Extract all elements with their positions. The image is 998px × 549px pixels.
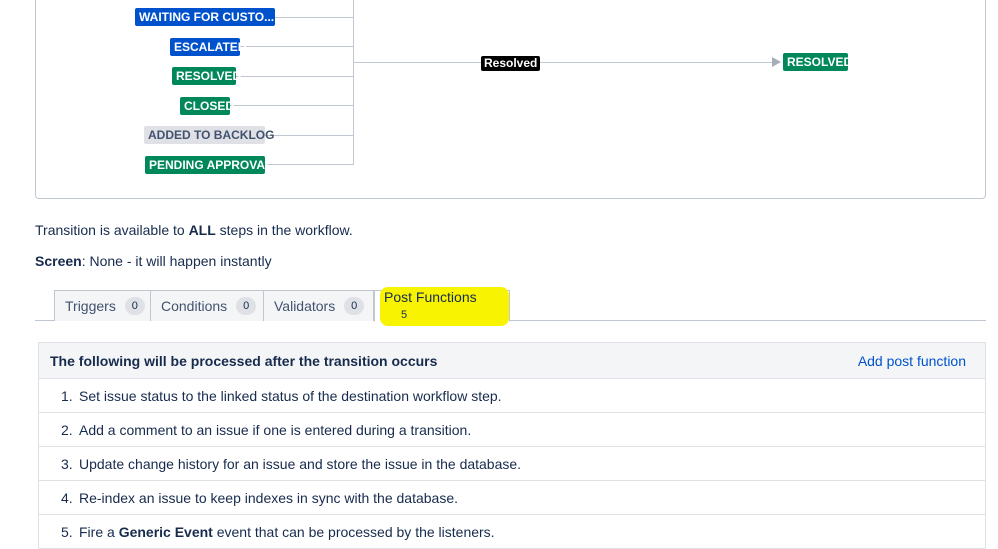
tab-label: Conditions — [161, 298, 228, 314]
row-number: 2. — [61, 421, 73, 438]
transition-availability-text: Transition is available to ALL steps in … — [35, 222, 353, 238]
post-function-row: 5. Fire a Generic Event event that can b… — [38, 515, 986, 549]
row-text-pre: Fire a — [79, 523, 119, 540]
add-post-function-link[interactable]: Add post function — [858, 353, 966, 369]
availability-prefix: Transition is available to — [35, 222, 189, 238]
row-text: Re-index an issue to keep indexes in syn… — [79, 489, 459, 506]
status-closed[interactable]: CLOSED — [180, 97, 234, 115]
connector-line — [240, 46, 354, 47]
tab-validators[interactable]: Validators 0 — [263, 290, 374, 321]
row-text: Update change history for an issue and s… — [79, 455, 522, 472]
transition-label[interactable]: Resolved — [481, 56, 541, 71]
post-functions-header: The following will be processed after th… — [38, 342, 986, 379]
row-text: Fire a Generic Event event that can be p… — [79, 524, 495, 540]
destination-status-resolved[interactable]: RESOLVED — [783, 53, 852, 71]
tab-label: Post Functions — [384, 288, 477, 305]
event-name: Generic Event — [118, 523, 213, 540]
row-number: 3. — [61, 455, 73, 472]
screen-label: Screen — [35, 253, 82, 269]
tab-count-badge: 0 — [344, 297, 365, 315]
arrow-head-icon — [772, 57, 781, 67]
tab-label: Validators — [274, 298, 336, 314]
connector-line — [236, 76, 354, 77]
status-waiting-for-customer[interactable]: WAITING FOR CUSTO... — [135, 8, 275, 26]
tab-count-badge: 0 — [124, 297, 145, 315]
tab-conditions[interactable]: Conditions 0 — [150, 290, 264, 321]
post-functions-table: The following will be processed after th… — [38, 342, 986, 549]
status-added-to-backlog[interactable]: ADDED TO BACKLOG — [144, 126, 274, 144]
status-pending-approval[interactable]: PENDING APPROVAL — [145, 156, 272, 174]
post-function-row: 1. Set issue status to the linked status… — [38, 379, 986, 413]
screen-value: : None - it will happen instantly — [81, 253, 272, 269]
screen-info-text: Screen: None - it will happen instantly — [35, 253, 272, 269]
post-functions-title: The following will be processed after th… — [50, 352, 438, 369]
diagram-connector-vertical — [353, 0, 354, 164]
row-number: 4. — [61, 489, 73, 506]
availability-bold: ALL — [188, 222, 216, 238]
row-number: 1. — [61, 387, 73, 404]
post-function-row: 4. Re-index an issue to keep indexes in … — [38, 481, 986, 515]
connector-line — [229, 105, 354, 106]
tab-count-badge: 5 — [400, 308, 408, 321]
row-text: Set issue status to the linked status of… — [79, 387, 502, 404]
status-resolved[interactable]: RESOLVED — [172, 67, 241, 85]
row-number: 5. — [61, 523, 73, 540]
connector-line — [264, 135, 354, 136]
availability-suffix: steps in the workflow. — [215, 222, 353, 238]
tab-count-badge: 0 — [236, 297, 257, 315]
tab-label: Triggers — [65, 298, 116, 314]
tab-post-functions[interactable]: Post Functions 5 — [374, 286, 510, 326]
connector-line — [274, 17, 354, 18]
row-text-post: event that can be processed by the liste… — [212, 523, 495, 540]
post-function-row: 3. Update change history for an issue an… — [38, 447, 986, 481]
status-escalated[interactable]: ESCALATED — [170, 38, 246, 56]
tab-highlight: Post Functions 5 — [380, 286, 509, 326]
connector-line — [265, 164, 354, 165]
row-text: Add a comment to an issue if one is ente… — [79, 421, 472, 438]
post-function-row: 2. Add a comment to an issue if one is e… — [38, 413, 986, 447]
transition-arrow-line — [354, 62, 774, 63]
tab-triggers[interactable]: Triggers 0 — [54, 290, 151, 321]
